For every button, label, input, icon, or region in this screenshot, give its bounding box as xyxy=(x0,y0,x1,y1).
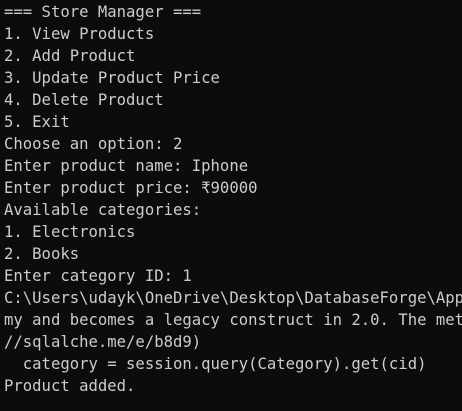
product-name-prompt: Enter product name: Iphone xyxy=(4,157,249,175)
warning-code-line: category = session.query(Category).get(c… xyxy=(4,355,427,373)
option-prompt: Choose an option: 2 xyxy=(4,135,183,153)
terminal-output[interactable]: === Store Manager === 1. View Products 2… xyxy=(0,0,462,411)
menu-option-delete-product: 4. Delete Product xyxy=(4,91,164,109)
category-item-electronics: 1. Electronics xyxy=(4,223,136,241)
menu-option-update-price: 3. Update Product Price xyxy=(4,69,220,87)
menu-option-add-product: 2. Add Product xyxy=(4,47,136,65)
menu-title: === Store Manager === xyxy=(4,3,202,21)
warning-link-line: //sqlalche.me/e/b8d9) xyxy=(4,333,202,351)
menu-option-exit: 5. Exit xyxy=(4,113,70,131)
product-price-prompt: Enter product price: ₹90000 xyxy=(4,179,258,197)
warning-message-line: my and becomes a legacy construct in 2.0… xyxy=(4,311,462,329)
category-item-books: 2. Books xyxy=(4,245,80,263)
success-message: Product added. xyxy=(4,377,136,395)
categories-header: Available categories: xyxy=(4,201,202,219)
menu-option-view-products: 1. View Products xyxy=(4,25,155,43)
warning-path-line: C:\Users\udayk\OneDrive\Desktop\Database… xyxy=(4,289,462,307)
category-id-prompt: Enter category ID: 1 xyxy=(4,267,192,285)
